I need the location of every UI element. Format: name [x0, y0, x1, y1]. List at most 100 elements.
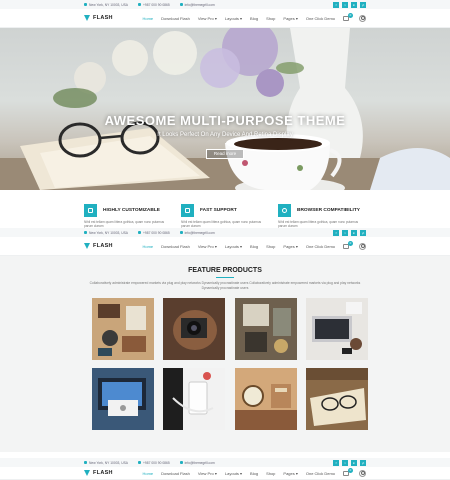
- email-item[interactable]: info@themegrill.com: [179, 230, 215, 235]
- cart-icon[interactable]: 0: [343, 468, 353, 476]
- header-repeat: New York, NY 10003, USA +987 000 90 0865…: [0, 458, 450, 480]
- phone-text: +987 000 90 0865: [142, 230, 170, 235]
- nav-item-blog[interactable]: Blog: [250, 16, 258, 21]
- brand-name: FLASH: [93, 470, 113, 476]
- phone-item[interactable]: +987 000 90 0865: [137, 460, 170, 465]
- section-description: Collaboratively administrate empowered m…: [89, 281, 361, 290]
- browser-icon: [278, 204, 291, 217]
- social-links: f t in yt: [333, 459, 366, 466]
- cart-count-badge: 0: [348, 13, 353, 18]
- site-logo[interactable]: FLASH: [84, 15, 113, 21]
- youtube-icon[interactable]: yt: [360, 229, 366, 236]
- hero-subtitle: It Looks Perfect On Any Device And Retin…: [157, 132, 293, 138]
- cart-count-badge: 0: [348, 241, 353, 246]
- phone-text: +987 000 90 0865: [142, 460, 170, 465]
- nav-item-home[interactable]: Home: [142, 471, 153, 476]
- nav-item-download[interactable]: Download Flash: [161, 471, 190, 476]
- product-tile[interactable]: [163, 298, 226, 360]
- hero-background-image: [0, 28, 450, 190]
- logo-icon: [84, 15, 90, 21]
- twitter-icon[interactable]: t: [342, 229, 348, 236]
- linkedin-icon[interactable]: in: [351, 459, 357, 466]
- section-title: FEATURE PRODUCTS: [188, 267, 262, 274]
- address-text: New York, NY 10003, USA: [89, 230, 128, 235]
- twitter-icon[interactable]: t: [342, 459, 348, 466]
- product-tile[interactable]: [163, 368, 226, 430]
- twitter-icon[interactable]: t: [342, 1, 348, 8]
- nav-item-home[interactable]: Home: [142, 244, 153, 249]
- search-icon[interactable]: [359, 242, 366, 250]
- location-icon: [84, 461, 87, 464]
- nav-item-layouts[interactable]: Layouts ▾: [225, 471, 242, 476]
- phone-text: +987 000 90 0865: [142, 2, 170, 7]
- nav-item-download[interactable]: Download Flash: [161, 244, 190, 249]
- linkedin-icon[interactable]: in: [351, 229, 357, 236]
- nav-item-demo[interactable]: One Click Demo: [306, 244, 335, 249]
- linkedin-icon[interactable]: in: [351, 1, 357, 8]
- mail-icon: [179, 3, 183, 6]
- email-item[interactable]: info@themegrill.com: [179, 460, 215, 465]
- customize-icon: [84, 204, 97, 217]
- hero-slider: AWESOME MULTI-PURPOSE THEME It Looks Per…: [0, 28, 450, 190]
- nav-item-view-pro[interactable]: View Pro ▾: [198, 244, 217, 249]
- feature-card: FAST SUPPORT Nihil est tellam quam litte…: [181, 204, 267, 228]
- nav-item-demo[interactable]: One Click Demo: [306, 471, 335, 476]
- social-links: f t in yt: [333, 1, 366, 8]
- email-text: info@themegrill.com: [184, 460, 215, 465]
- feature-title: HIGHLY CUSTOMIZABLE: [103, 208, 160, 213]
- product-tile[interactable]: [234, 298, 297, 360]
- facebook-icon[interactable]: f: [333, 459, 339, 466]
- phone-item[interactable]: +987 000 90 0865: [137, 230, 170, 235]
- nav-item-blog[interactable]: Blog: [250, 471, 258, 476]
- nav-item-layouts[interactable]: Layouts ▾: [225, 244, 242, 249]
- nav-item-shop[interactable]: Shop: [266, 244, 275, 249]
- nav-item-demo[interactable]: One Click Demo: [306, 16, 335, 21]
- nav-item-pages[interactable]: Pages ▾: [283, 471, 297, 476]
- product-tile[interactable]: [305, 298, 368, 360]
- nav-item-layouts[interactable]: Layouts ▾: [225, 16, 242, 21]
- read-more-button[interactable]: Read more: [206, 149, 244, 159]
- cart-icon[interactable]: 0: [343, 241, 353, 249]
- email-item[interactable]: info@themegrill.com: [179, 3, 215, 7]
- mail-icon: [179, 461, 183, 464]
- product-tile[interactable]: [305, 368, 368, 430]
- address-text: New York, NY 10003, USA: [89, 460, 128, 465]
- phone-icon: [137, 461, 141, 464]
- location-icon: [84, 231, 87, 234]
- facebook-icon[interactable]: f: [333, 1, 339, 8]
- nav-item-blog[interactable]: Blog: [250, 244, 258, 249]
- main-navbar: FLASH Home Download Flash View Pro ▾ Lay…: [0, 237, 450, 256]
- feature-card: HIGHLY CUSTOMIZABLE Nihil est tellam qua…: [84, 204, 170, 228]
- nav-item-shop[interactable]: Shop: [266, 471, 275, 476]
- site-logo[interactable]: FLASH: [84, 243, 113, 249]
- cart-count-badge: 0: [348, 468, 353, 473]
- nav-item-download[interactable]: Download Flash: [161, 16, 190, 21]
- nav-item-view-pro[interactable]: View Pro ▾: [198, 16, 217, 21]
- nav-item-shop[interactable]: Shop: [266, 16, 275, 21]
- address-item: New York, NY 10003, USA: [84, 3, 128, 7]
- title-underline: [216, 277, 234, 278]
- site-logo[interactable]: FLASH: [84, 470, 113, 476]
- youtube-icon[interactable]: yt: [360, 1, 366, 8]
- mail-icon: [179, 231, 183, 234]
- email-text: info@themegrill.com: [184, 230, 215, 235]
- cart-icon[interactable]: 0: [343, 13, 353, 21]
- nav-menu: Home Download Flash View Pro ▾ Layouts ▾…: [142, 13, 366, 22]
- nav-item-view-pro[interactable]: View Pro ▾: [198, 471, 217, 476]
- main-navbar: FLASH Home Download Flash View Pro ▾ Lay…: [0, 9, 450, 28]
- product-tile[interactable]: [92, 368, 154, 430]
- product-tile[interactable]: [234, 368, 297, 430]
- search-icon[interactable]: [359, 14, 366, 22]
- phone-icon: [137, 231, 141, 234]
- search-icon[interactable]: [359, 469, 366, 477]
- nav-item-home[interactable]: Home: [142, 16, 153, 21]
- phone-item[interactable]: +987 000 90 0865: [137, 2, 170, 7]
- product-tile[interactable]: [92, 298, 154, 360]
- brand-name: FLASH: [93, 15, 113, 21]
- facebook-icon[interactable]: f: [333, 229, 339, 236]
- address-text: New York, NY 10003, USA: [89, 2, 128, 7]
- nav-item-pages[interactable]: Pages ▾: [283, 16, 297, 21]
- nav-item-pages[interactable]: Pages ▾: [283, 244, 297, 249]
- feature-title: FAST SUPPORT: [200, 208, 237, 213]
- youtube-icon[interactable]: yt: [360, 459, 366, 466]
